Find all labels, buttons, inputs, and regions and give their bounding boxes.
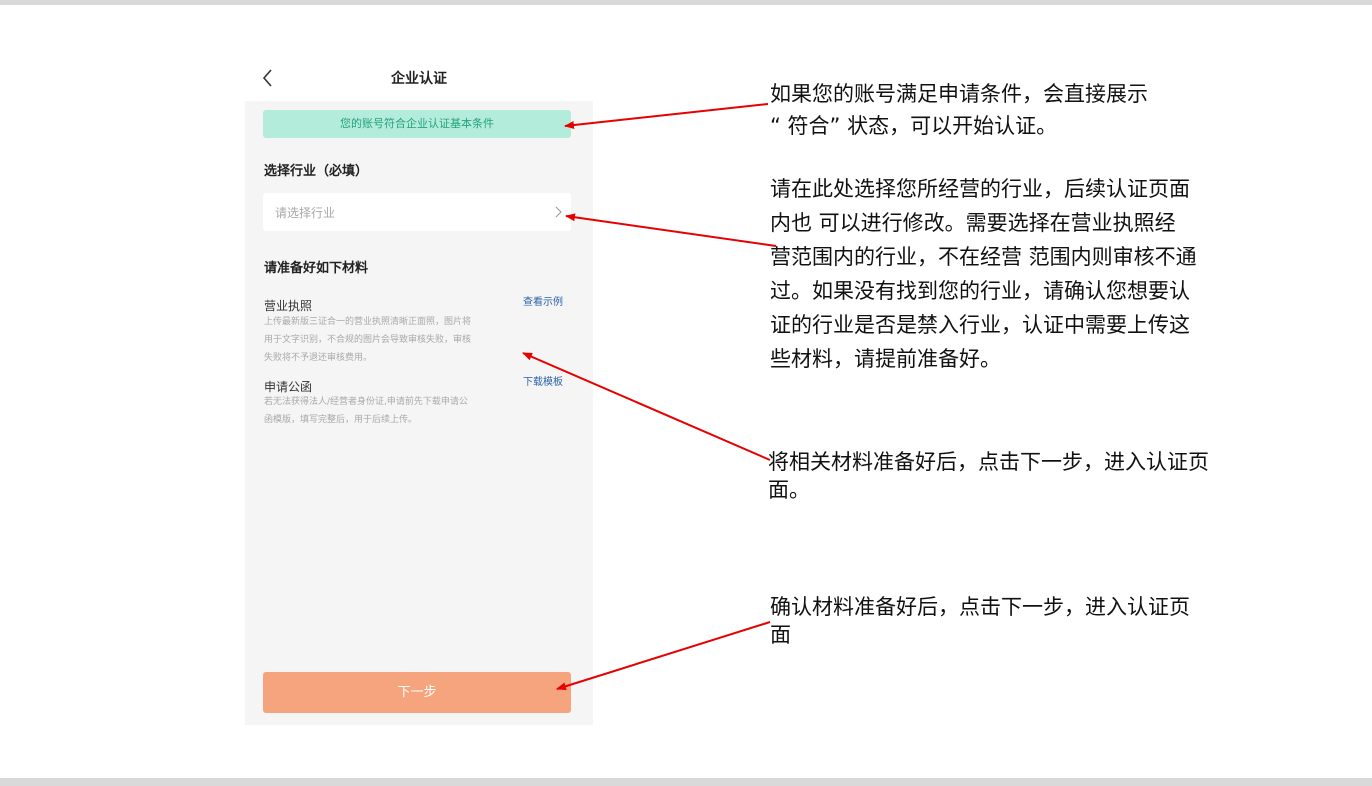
arrow-to-notice: [564, 103, 769, 130]
bottom-border: [0, 778, 1372, 786]
annotation-next-step: 确认材料准备好后，点击下一步，进入认证页 面: [770, 593, 1240, 649]
next-step-button[interactable]: 下一步: [263, 672, 571, 713]
business-license-title: 营业执照: [264, 299, 313, 313]
business-license-description: 上传最新版三证合一的营业执照清晰正面照，图片将 用于文字识别，不合规的图片会导致…: [264, 313, 507, 367]
annotation-line: 确认材料准备好后，点击下一步，进入认证页: [770, 595, 1190, 619]
description-line: 若无法获得法人/经营者身份证,申请前先下载申请公: [264, 397, 468, 407]
arrow-to-industry-select: [565, 213, 777, 247]
description-line: 失败将不予退还审核费用。: [264, 353, 373, 363]
eligibility-notice: 您的账号符合企业认证基本条件: [263, 110, 571, 138]
annotation-line: 过。如果没有找到您的行业，请确认您想要认: [770, 279, 1190, 303]
nav-bar: 企业认证: [245, 55, 593, 101]
annotation-line: 面: [770, 623, 791, 647]
phone-screenshot: 企业认证 您的账号符合企业认证基本条件 选择行业（必填） 请选择行业 请准备好如…: [245, 55, 593, 725]
annotation-line: 营范围内的行业，不在经营 范围内则审核不通: [770, 245, 1197, 269]
annotation-line: 证的行业是否是禁入行业，认证中需要上传这: [770, 313, 1190, 337]
download-template-link[interactable]: 下载模板: [523, 373, 563, 388]
industry-select[interactable]: 请选择行业: [263, 193, 571, 231]
application-letter-description: 若无法获得法人/经营者身份证,申请前先下载申请公 函模版，填写完整后，用于后续上…: [264, 393, 507, 429]
view-example-link[interactable]: 查看示例: [523, 293, 563, 308]
annotation-line: 内也 可以进行修改。需要选择在营业执照经: [770, 211, 1176, 235]
annotation-line: 请在此处选择您所经营的行业，后续认证页面: [770, 177, 1190, 201]
annotation-materials: 将相关材料准备好后，点击下一步，进入认证页 面。: [768, 448, 1258, 504]
annotation-line: “ 符合” 状态，可以开始认证。: [770, 114, 1058, 138]
description-line: 上传最新版三证合一的营业执照清晰正面照，图片将: [264, 317, 472, 327]
page-title: 企业认证: [391, 71, 447, 87]
annotation-line: 如果您的账号满足申请条件，会直接展示: [770, 82, 1148, 106]
industry-select-placeholder: 请选择行业: [275, 206, 336, 220]
materials-section-title: 请准备好如下材料: [264, 261, 369, 276]
description-line: 用于文字识别，不合规的图片会导致审核失败，审核: [264, 335, 472, 345]
annotation-line: 些材料，请提前准备好。: [770, 347, 1001, 371]
annotation-line: 将相关材料准备好后，点击下一步，进入认证页: [768, 450, 1209, 474]
description-line: 函模版，填写完整后，用于后续上传。: [264, 415, 418, 425]
annotation-industry: 请在此处选择您所经营的行业，后续认证页面 内也 可以进行修改。需要选择在营业执照…: [770, 172, 1240, 376]
annotation-eligibility: 如果您的账号满足申请条件，会直接展示 “ 符合” 状态，可以开始认证。: [770, 78, 1210, 142]
annotation-line: 面。: [768, 478, 810, 502]
chevron-right-icon: [555, 206, 562, 218]
top-border: [0, 0, 1372, 5]
industry-section-title: 选择行业（必填）: [264, 164, 369, 179]
